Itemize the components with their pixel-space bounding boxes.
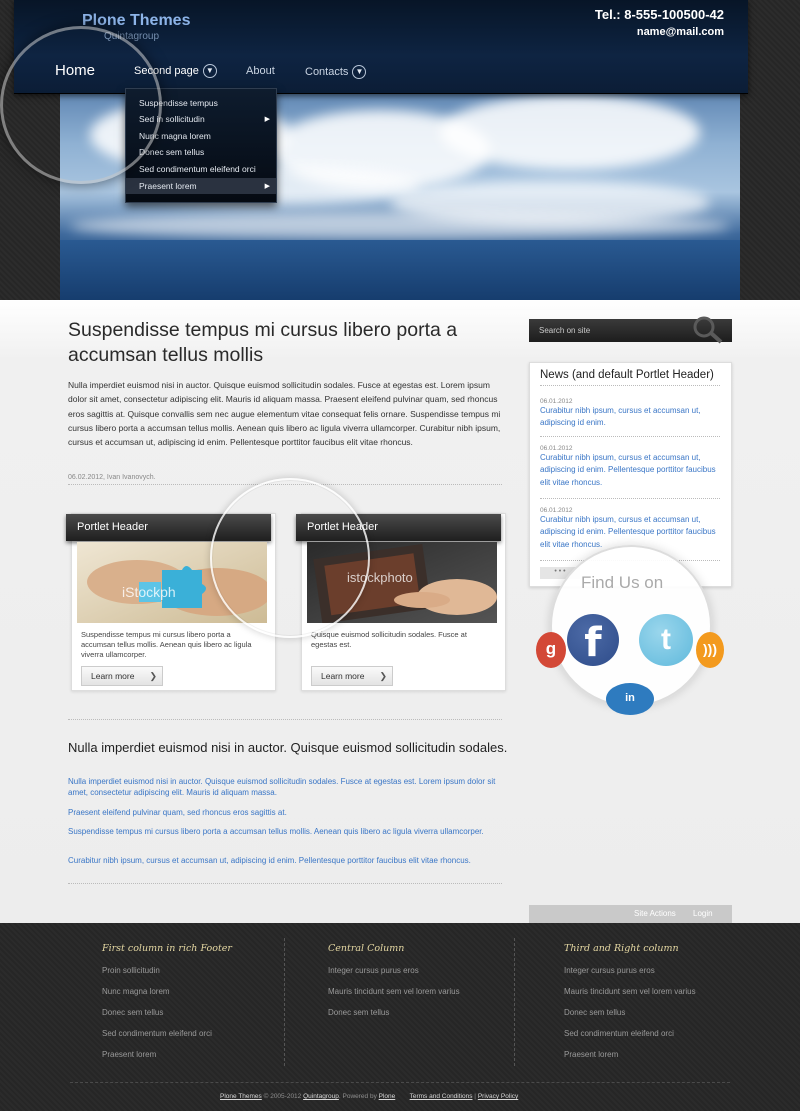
quintagroup-link[interactable]: Quintagroup [303, 1093, 339, 1100]
dropdown-item[interactable]: Sed condimentum eleifend orci [139, 164, 256, 174]
arrow-right-icon: ▶ [264, 116, 270, 123]
footer-column-title: Central Column [328, 943, 405, 954]
link-paragraph[interactable]: Curabitur nibh ipsum, cursus et accumsan… [68, 855, 504, 866]
watermark-text: iStockph [122, 584, 176, 600]
email-link[interactable]: name@mail.com [637, 26, 724, 38]
hero-cloud [440, 95, 700, 170]
search-icon[interactable] [688, 316, 728, 344]
news-item: 06.01.2012 Curabitur nibh ipsum, cursus … [540, 398, 720, 430]
news-link[interactable]: Curabitur nibh ipsum, cursus et accumsan… [540, 452, 720, 489]
privacy-link[interactable]: Privacy Policy [478, 1093, 518, 1100]
learn-more-label: Learn more [91, 671, 135, 681]
divider [540, 498, 720, 499]
site-actions-link[interactable]: Site Actions [634, 909, 676, 918]
plone-link[interactable]: Plone [379, 1093, 396, 1100]
link-paragraph[interactable]: Praesent eleifend pulvinar quam, sed rho… [68, 807, 504, 818]
link-paragraph[interactable]: Suspendisse tempus mi cursus libero port… [68, 826, 504, 837]
chevron-right-icon: ❯ [379, 671, 387, 681]
learn-more-button[interactable]: Learn more ❯ [81, 666, 163, 686]
arrow-right-icon: ▶ [264, 183, 270, 190]
page-title: Suspendisse tempus mi cursus libero port… [68, 319, 458, 366]
footer-link[interactable]: Nunc magna lorem [102, 987, 170, 996]
footer-link[interactable]: Donec sem tellus [328, 1008, 389, 1017]
separator: | [474, 1093, 476, 1100]
site-actions-bar: Site Actions Login [529, 905, 732, 923]
copyright-text: © 2005-2012 [263, 1093, 302, 1100]
footer-divider [70, 1082, 730, 1083]
phone-number: Tel.: 8-555-100500-42 [594, 7, 724, 22]
hero-cloud [70, 212, 730, 240]
footer-link[interactable]: Sed condimentum eleifend orci [102, 1029, 212, 1038]
footer-link[interactable]: Praesent lorem [564, 1050, 618, 1059]
nav-about-label: About [246, 65, 275, 77]
dropdown-item[interactable]: Donec sem tellus [139, 147, 204, 157]
dropdown-item-active[interactable]: Praesent lorem [126, 178, 276, 194]
learn-more-button[interactable]: Learn more ❯ [311, 666, 393, 686]
divider [68, 719, 502, 720]
find-us-title: Find Us on [581, 573, 664, 592]
portlet-text: Suspendisse tempus mi cursus libero port… [81, 630, 252, 659]
footer-link[interactable]: Sed condimentum eleifend orci [564, 1029, 674, 1038]
magnifier-lens-decoration [0, 26, 162, 184]
footer-link[interactable]: Integer cursus purus eros [328, 966, 419, 975]
footer-divider [514, 938, 515, 1066]
nav-about[interactable]: About [246, 65, 275, 77]
login-link[interactable]: Login [693, 909, 713, 918]
powered-by-text: . Powered by [338, 1093, 377, 1100]
intro-text: Nulla imperdiet euismod nisi in auctor. … [68, 380, 501, 448]
footer-column-title: Third and Right column [564, 943, 679, 954]
footer-divider [284, 938, 285, 1066]
footer-link[interactable]: Donec sem tellus [564, 1008, 625, 1017]
footer-link[interactable]: Donec sem tellus [102, 1008, 163, 1017]
news-item: 06.01.2012 Curabitur nibh ipsum, cursus … [540, 445, 720, 489]
magnifier-lens-decoration [210, 478, 370, 638]
chevron-down-icon: ▼ [202, 64, 217, 78]
dropdown-item-label: Praesent lorem [139, 181, 197, 191]
link-paragraph[interactable]: Nulla imperdiet euismod nisi in auctor. … [68, 776, 504, 798]
portlet-text: Quisque euismod sollicitudin sodales. Fu… [311, 630, 467, 649]
footer-copyright: Plone Themes © 2005-2012 Quintagroup. Po… [220, 1093, 518, 1100]
news-date: 06.01.2012 [540, 398, 573, 405]
footer-link[interactable]: Proin sollicitudin [102, 966, 160, 975]
chevron-down-icon: ▼ [352, 65, 367, 79]
chevron-right-icon: ❯ [149, 671, 157, 681]
nav-contacts-label: Contacts [305, 65, 349, 78]
section-subtitle: Nulla imperdiet euismod nisi in auctor. … [68, 740, 508, 755]
news-date: 06.01.2012 [540, 445, 573, 452]
news-link[interactable]: Curabitur nibh ipsum, cursus et accumsan… [540, 405, 720, 430]
hero-sea [60, 240, 740, 300]
footer-column-title: First column in rich Footer [102, 943, 232, 954]
divider [540, 385, 720, 386]
footer-link[interactable]: Integer cursus purus eros [564, 966, 655, 975]
news-header: News (and default Portlet Header) [540, 369, 714, 381]
footer-link[interactable]: Mauris tincidunt sem vel lorem varius [564, 987, 696, 996]
plone-themes-link[interactable]: Plone Themes [220, 1093, 262, 1100]
terms-link[interactable]: Terms and Conditions [410, 1093, 473, 1100]
learn-more-label: Learn more [321, 671, 365, 681]
divider [540, 436, 720, 437]
news-date: 06.01.2012 [540, 507, 573, 514]
footer-link[interactable]: Praesent lorem [102, 1050, 156, 1059]
linkedin-icon[interactable]: in [606, 683, 654, 715]
byline: 06.02.2012, Ivan Ivanovych. [68, 474, 156, 481]
google-plus-icon[interactable]: g [536, 632, 566, 668]
divider [68, 883, 502, 884]
twitter-icon[interactable]: t [639, 614, 693, 666]
facebook-icon[interactable]: f [567, 614, 619, 666]
nav-contacts[interactable]: Contacts ▼ [305, 65, 367, 79]
rss-icon[interactable]: ))) [696, 632, 724, 668]
footer-link[interactable]: Mauris tincidunt sem vel lorem varius [328, 987, 460, 996]
